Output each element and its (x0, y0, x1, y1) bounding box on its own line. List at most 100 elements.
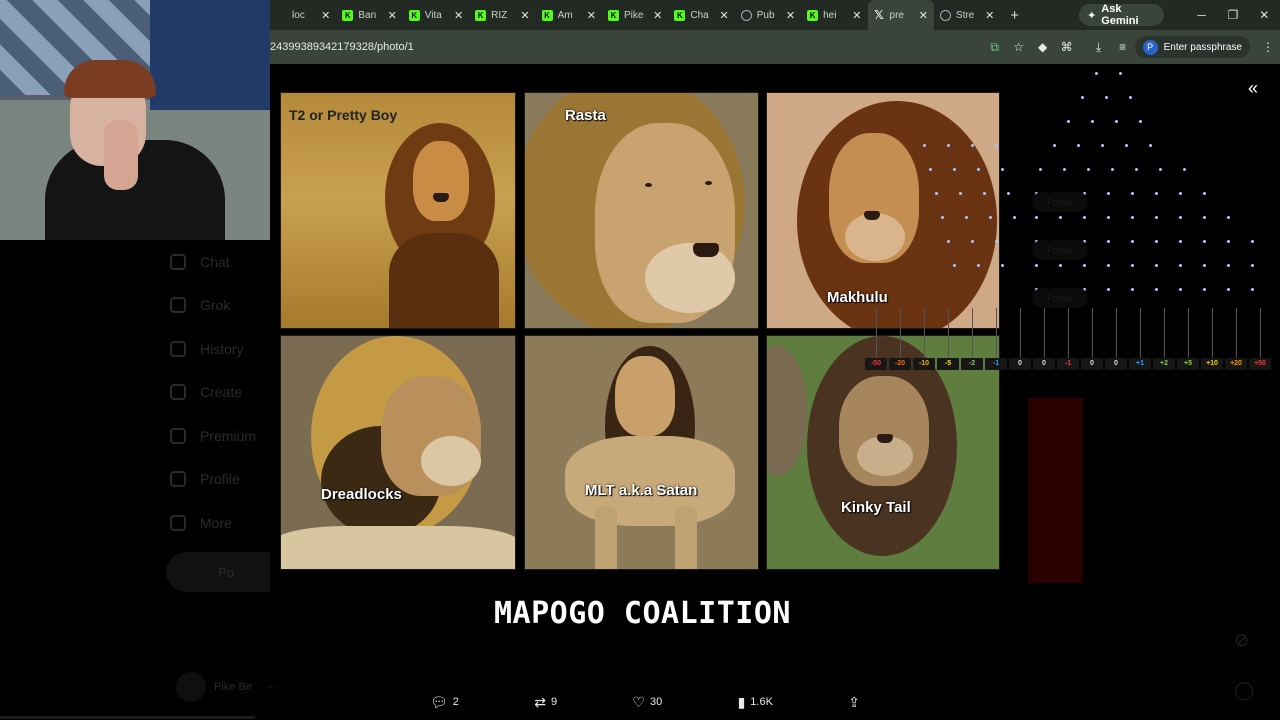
extension-icon[interactable]: ◆ (1031, 40, 1055, 54)
timing-label[interactable]: +50 (1249, 358, 1271, 370)
kick-icon: K (674, 9, 686, 21)
message-floating-icon[interactable]: ◯ (1234, 680, 1254, 701)
profile-avatar: P (1142, 39, 1158, 55)
timing-label[interactable]: +2 (1153, 358, 1175, 370)
sidebar-item-premium[interactable]: Premium (170, 414, 270, 458)
timing-label[interactable]: 0 (1033, 358, 1055, 370)
tab-title: Pike (623, 9, 644, 21)
timing-tick (996, 308, 997, 358)
lion-body (389, 233, 499, 328)
overlay-dot (983, 192, 986, 195)
overlay-dot (1139, 120, 1142, 123)
browser-tab[interactable]: K Cha ✕ (668, 0, 734, 30)
overlay-dot (1251, 240, 1254, 243)
browser-tab[interactable]: K Am ✕ (536, 0, 602, 30)
close-tab-icon[interactable]: ✕ (454, 9, 463, 22)
browser-tab[interactable]: Pub ✕ (735, 0, 801, 30)
bookmark-star-icon[interactable]: ☆ (1007, 40, 1031, 54)
close-tab-icon[interactable]: ✕ (321, 9, 330, 22)
close-window-button[interactable]: ✕ (1249, 8, 1280, 22)
timing-label[interactable]: -50 (865, 358, 887, 370)
timing-label[interactable]: +10 (1201, 358, 1223, 370)
share-button[interactable]: ⇪ (848, 694, 860, 711)
timing-label[interactable]: -1 (985, 358, 1007, 370)
follow-button[interactable]: Follow (1032, 240, 1088, 260)
overlay-dot (1131, 192, 1134, 195)
like-button[interactable]: ♡ 30 (632, 694, 662, 711)
timing-label[interactable]: -1 (1057, 358, 1079, 370)
new-tab-button[interactable]: + (1010, 7, 1019, 24)
puzzle-icon[interactable]: ⌘ (1055, 40, 1079, 54)
overlay-dot (1063, 168, 1066, 171)
account-switcher[interactable]: Pike Be ··· (176, 672, 277, 702)
close-tab-icon[interactable]: ✕ (388, 9, 397, 22)
reply-button[interactable]: 💬︎ 2 (430, 694, 459, 711)
restore-button[interactable]: ❐ (1217, 8, 1248, 22)
close-tab-icon[interactable]: ✕ (653, 9, 662, 22)
sidebar-item-more[interactable]: More (170, 501, 270, 545)
timing-label[interactable]: +1 (1129, 358, 1151, 370)
sidebar-item-create[interactable]: Create (170, 371, 270, 415)
grok-floating-icon[interactable]: ⊘ (1234, 630, 1249, 651)
minimize-button[interactable]: ─ (1186, 8, 1217, 22)
repost-button[interactable]: ⇄ 9 (534, 694, 557, 711)
timing-label[interactable]: 0 (1081, 358, 1103, 370)
close-tab-icon[interactable]: ✕ (786, 9, 795, 22)
cast-icon[interactable]: ⧉ (983, 40, 1007, 55)
post-button[interactable]: Po (166, 552, 286, 592)
close-tab-icon[interactable]: ✕ (520, 9, 529, 22)
lion-label: Makhulu (827, 289, 888, 306)
timing-tick (1020, 308, 1021, 358)
browser-tab[interactable]: Khei ✕ (801, 0, 867, 30)
timing-label[interactable]: +5 (1177, 358, 1199, 370)
photo-dreadlocks: Dreadlocks (280, 335, 516, 570)
timing-tick (1260, 308, 1261, 358)
timing-label[interactable]: -10 (913, 358, 935, 370)
close-tab-icon[interactable]: ✕ (587, 9, 596, 22)
browser-tab[interactable]: K RIZ ✕ (469, 0, 535, 30)
menu-kebab-icon[interactable]: ⋮ (1256, 40, 1280, 54)
views-button[interactable]: ▮ 1.6K (738, 694, 773, 711)
timing-tick (948, 308, 949, 358)
browser-tab[interactable]: Stre ✕ (934, 0, 1000, 30)
timing-label[interactable]: -2 (961, 358, 983, 370)
lion-face (413, 141, 469, 221)
lion-muzzle (645, 243, 735, 313)
browser-tab[interactable]: 𝕏pre ✕ (867, 0, 934, 30)
browser-tab[interactable]: loc ✕ (270, 0, 336, 30)
close-tab-icon[interactable]: ✕ (720, 9, 729, 22)
timing-tick (1068, 308, 1069, 358)
grok-icon (170, 297, 186, 314)
browser-tab[interactable]: K Ban ✕ (336, 0, 402, 30)
timing-label[interactable]: -20 (889, 358, 911, 370)
overlay-dot (1107, 192, 1110, 195)
tab-title: Pub (756, 9, 775, 21)
sidebar-item-profile[interactable]: Profile (170, 458, 270, 502)
tab-title: Stre (955, 9, 975, 21)
address-bar[interactable]: 24399389342179328/photo/1 (270, 41, 983, 53)
post-actions: 💬︎ 2 ⇄ 9 ♡ 30 ▮ 1.6K ⇪ (430, 690, 860, 714)
passphrase-button[interactable]: P Enter passphrase (1134, 36, 1250, 58)
sidebar-item-label: History (200, 340, 244, 357)
overlay-dot (1001, 168, 1004, 171)
download-icon[interactable]: ⤓ (1087, 40, 1111, 55)
timing-label[interactable]: 0 (1105, 358, 1127, 370)
follow-button[interactable]: Follow (1032, 288, 1088, 308)
close-tab-icon[interactable]: ✕ (919, 9, 928, 22)
browser-tab[interactable]: K Vita ✕ (403, 0, 469, 30)
timing-label[interactable]: +20 (1225, 358, 1247, 370)
timing-tick (972, 308, 973, 358)
sidebar-item-grok[interactable]: Grok (170, 284, 270, 328)
ask-gemini-button[interactable]: ✦ Ask Gemini (1079, 3, 1164, 27)
timing-label[interactable]: -5 (937, 358, 959, 370)
timing-tick (1044, 308, 1045, 358)
close-tab-icon[interactable]: ✕ (985, 9, 994, 22)
sidebar-item-history[interactable]: History (170, 327, 270, 371)
media-control-icon[interactable]: ≡ (1111, 40, 1135, 54)
close-tab-icon[interactable]: ✕ (852, 9, 861, 22)
sidebar-item-chat[interactable]: Chat (170, 240, 270, 284)
sidebar-item-label: More (200, 514, 232, 531)
follow-button[interactable]: Follow (1032, 192, 1088, 212)
timing-label[interactable]: 0 (1009, 358, 1031, 370)
browser-tab[interactable]: K Pike ✕ (602, 0, 668, 30)
